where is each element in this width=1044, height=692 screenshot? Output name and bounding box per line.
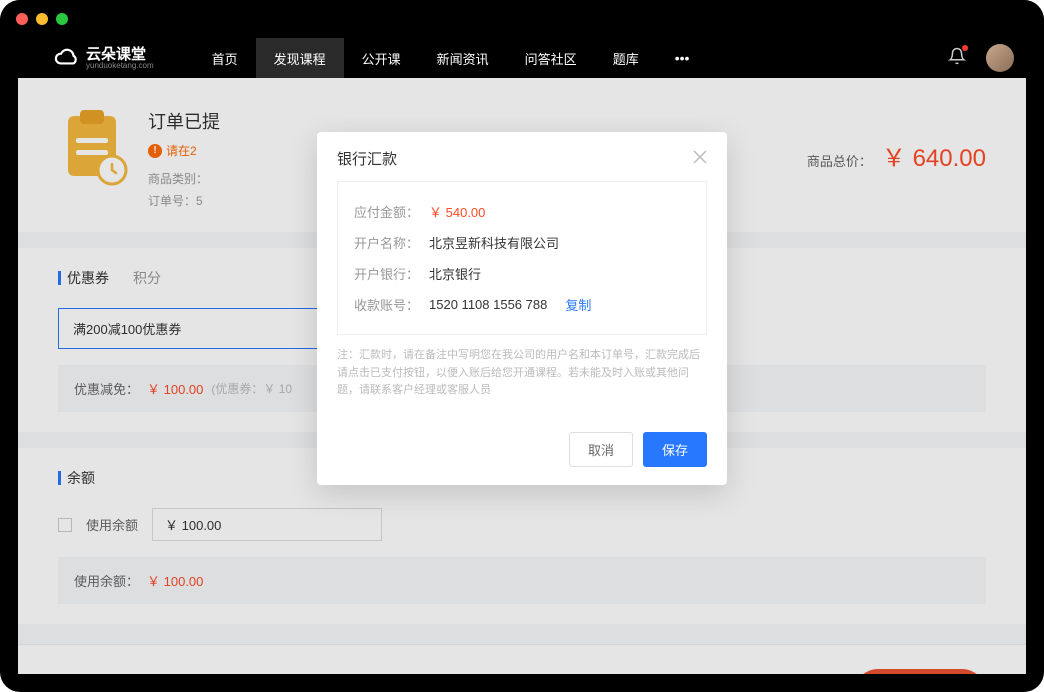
account-no-value: 1520 1108 1556 788 bbox=[429, 297, 547, 312]
nav-qa-community[interactable]: 问答社区 bbox=[507, 38, 595, 78]
logo-text: 云朵课堂 bbox=[86, 47, 154, 62]
nav-discover-courses[interactable]: 发现课程 bbox=[256, 38, 344, 78]
main-nav: 首页 发现课程 公开课 新闻资讯 问答社区 题库 ••• bbox=[194, 38, 708, 78]
account-name-label: 开户名称： bbox=[354, 233, 419, 252]
logo-subtext: yunduoketang.com bbox=[86, 62, 154, 70]
nav-question-bank[interactable]: 题库 bbox=[595, 38, 657, 78]
cloud-logo-icon bbox=[54, 45, 80, 71]
amount-label: 应付金额： bbox=[354, 202, 419, 221]
notification-dot bbox=[962, 45, 968, 51]
nav-open-class[interactable]: 公开课 bbox=[344, 38, 419, 78]
nav-home[interactable]: 首页 bbox=[194, 38, 256, 78]
window-minimize[interactable] bbox=[36, 13, 48, 25]
cancel-button[interactable]: 取消 bbox=[569, 432, 633, 467]
nav-more[interactable]: ••• bbox=[657, 50, 708, 66]
window-titlebar bbox=[0, 0, 1044, 38]
modal-overlay[interactable]: 银行汇款 应付金额： ￥ 540.00 开户名称： 北京昱新科技有限公司 bbox=[18, 78, 1026, 674]
app-header: 云朵课堂 yunduoketang.com 首页 发现课程 公开课 新闻资讯 问… bbox=[0, 38, 1044, 78]
bank-transfer-modal: 银行汇款 应付金额： ￥ 540.00 开户名称： 北京昱新科技有限公司 bbox=[317, 132, 727, 485]
window-maximize[interactable] bbox=[56, 13, 68, 25]
notifications-icon[interactable] bbox=[948, 47, 966, 70]
save-button[interactable]: 保存 bbox=[643, 432, 707, 467]
bank-value: 北京银行 bbox=[429, 264, 481, 283]
copy-link[interactable]: 复制 bbox=[565, 295, 591, 314]
account-name-value: 北京昱新科技有限公司 bbox=[429, 233, 559, 252]
logo[interactable]: 云朵课堂 yunduoketang.com bbox=[54, 45, 154, 71]
bank-info-box: 应付金额： ￥ 540.00 开户名称： 北京昱新科技有限公司 开户银行： 北京… bbox=[337, 181, 707, 335]
modal-note: 注：汇款时，请在备注中写明您在我公司的用户名和本订单号，汇款完成后请点击已支付按… bbox=[337, 347, 707, 400]
bank-label: 开户银行： bbox=[354, 264, 419, 283]
modal-title: 银行汇款 bbox=[337, 148, 397, 169]
nav-news[interactable]: 新闻资讯 bbox=[419, 38, 507, 78]
window-close[interactable] bbox=[16, 13, 28, 25]
user-avatar[interactable] bbox=[986, 44, 1014, 72]
amount-value: ￥ 540.00 bbox=[429, 202, 485, 221]
account-no-label: 收款账号： bbox=[354, 295, 419, 314]
modal-close-icon[interactable] bbox=[693, 148, 707, 169]
